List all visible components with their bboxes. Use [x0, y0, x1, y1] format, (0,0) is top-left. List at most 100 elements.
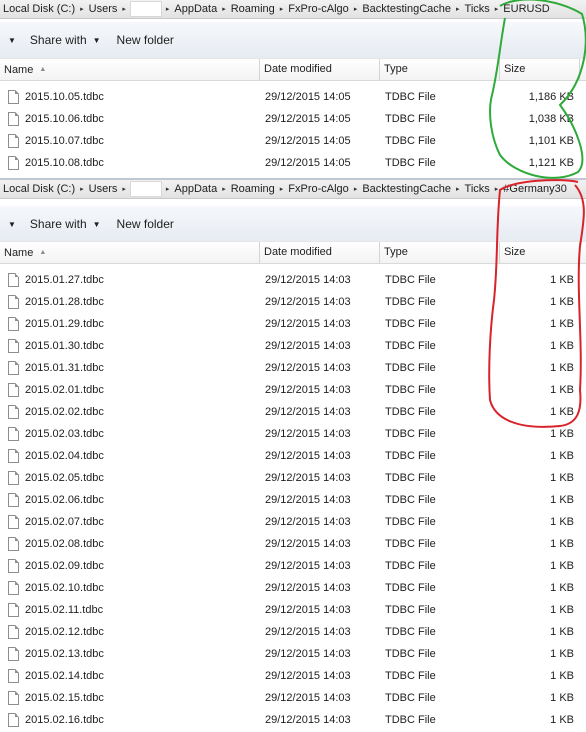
file-name-cell: 2015.02.07.tdbc: [8, 511, 104, 533]
breadcrumb-chevron-icon[interactable]: ▸: [220, 5, 228, 13]
file-row[interactable]: 2015.02.01.tdbc 29/12/2015 14:03 TDBC File…: [0, 379, 586, 401]
address-bar[interactable]: Local Disk (C:) ▸ Users ▸ ▸ AppData ▸ Roaming ▸ F…: [0, 180, 586, 199]
file-name-cell: 2015.02.12.tdbc: [8, 621, 104, 643]
file-row[interactable]: 2015.02.08.tdbc 29/12/2015 14:03 TDBC File…: [0, 533, 586, 555]
breadcrumb-item[interactable]: Roaming: [228, 0, 278, 18]
breadcrumb-item[interactable]: AppData: [171, 0, 220, 18]
share-with-button[interactable]: Share with ▼: [22, 28, 109, 52]
breadcrumb-chevron-icon[interactable]: ▸: [164, 185, 172, 193]
file-size: 1 KB: [550, 384, 574, 396]
file-name-cell: 2015.02.11.tdbc: [8, 599, 103, 621]
share-with-label: Share with: [29, 217, 87, 231]
column-type[interactable]: Type: [380, 242, 500, 263]
file-name-cell: 2015.01.28.tdbc: [8, 291, 104, 313]
breadcrumb-item[interactable]: Users: [86, 0, 121, 18]
file-row[interactable]: 2015.02.04.tdbc 29/12/2015 14:03 TDBC File…: [0, 445, 586, 467]
breadcrumb-redacted-username[interactable]: [129, 1, 162, 17]
breadcrumb-item[interactable]: Ticks: [462, 180, 493, 198]
file-name-cell: 2015.02.09.tdbc: [8, 555, 104, 577]
file-row[interactable]: 2015.02.11.tdbc 29/12/2015 14:03 TDBC File…: [0, 599, 586, 621]
breadcrumb-chevron-icon[interactable]: ▸: [164, 5, 172, 13]
file-row[interactable]: 2015.02.15.tdbc 29/12/2015 14:03 TDBC File…: [0, 687, 586, 709]
breadcrumb-chevron-icon[interactable]: ▸: [120, 5, 128, 13]
address-bar[interactable]: Local Disk (C:) ▸ Users ▸ ▸ AppData ▸ Roaming ▸ F…: [0, 0, 586, 19]
file-row[interactable]: 2015.02.14.tdbc 29/12/2015 14:03 TDBC File…: [0, 665, 586, 687]
breadcrumb-chevron-icon[interactable]: ▸: [78, 5, 86, 13]
share-with-button[interactable]: Share with ▼: [22, 212, 109, 236]
file-name-cell: 2015.02.05.tdbc: [8, 467, 104, 489]
column-size[interactable]: Size: [500, 242, 580, 263]
breadcrumb-item[interactable]: Local Disk (C:): [0, 0, 78, 18]
breadcrumb-item[interactable]: #Germany30: [500, 180, 570, 198]
file-type: TDBC File: [385, 406, 436, 418]
file-size: 1 KB: [550, 582, 574, 594]
breadcrumb-chevron-icon[interactable]: ▸: [493, 5, 501, 13]
breadcrumb-chevron-icon[interactable]: ▸: [120, 185, 128, 193]
breadcrumb-item[interactable]: FxPro-cAlgo: [285, 180, 352, 198]
file-row[interactable]: 2015.02.03.tdbc 29/12/2015 14:03 TDBC File…: [0, 423, 586, 445]
organize-chevron-icon[interactable]: ▼: [0, 36, 22, 45]
breadcrumb-chevron-icon[interactable]: ▸: [278, 5, 286, 13]
column-size-label: Size: [504, 63, 526, 75]
file-date-modified: 29/12/2015 14:05: [265, 135, 351, 147]
file-row[interactable]: 2015.02.16.tdbc 29/12/2015 14:03 TDBC File…: [0, 709, 586, 731]
breadcrumb-chevron-icon[interactable]: ▸: [352, 5, 360, 13]
breadcrumb-chevron-icon[interactable]: ▸: [493, 185, 501, 193]
breadcrumb-chevron-icon[interactable]: ▸: [352, 185, 360, 193]
column-name[interactable]: Name ▲: [0, 242, 260, 263]
column-name-label: Name: [4, 247, 34, 259]
file-row[interactable]: 2015.10.07.tdbc 29/12/2015 14:05 TDBC File…: [0, 130, 586, 152]
column-type-label: Type: [384, 63, 408, 75]
file-row[interactable]: 2015.10.05.tdbc 29/12/2015 14:05 TDBC File…: [0, 86, 586, 108]
file-row[interactable]: 2015.02.07.tdbc 29/12/2015 14:03 TDBC File…: [0, 511, 586, 533]
breadcrumb-item[interactable]: Ticks: [462, 0, 493, 18]
breadcrumb-chevron-icon[interactable]: ▸: [220, 185, 228, 193]
column-date-modified[interactable]: Date modified: [260, 242, 380, 263]
breadcrumb-chevron-icon[interactable]: ▸: [454, 185, 462, 193]
breadcrumb-item[interactable]: BacktestingCache: [359, 180, 454, 198]
breadcrumb-redacted-username[interactable]: [129, 181, 162, 197]
file-icon: [8, 493, 19, 507]
file-row[interactable]: 2015.01.29.tdbc 29/12/2015 14:03 TDBC File…: [0, 313, 586, 335]
file-row[interactable]: 2015.01.31.tdbc 29/12/2015 14:03 TDBC File…: [0, 357, 586, 379]
breadcrumb-item[interactable]: BacktestingCache: [359, 0, 454, 18]
column-type[interactable]: Type: [380, 59, 500, 80]
file-row[interactable]: 2015.01.28.tdbc 29/12/2015 14:03 TDBC File…: [0, 291, 586, 313]
file-date-modified: 29/12/2015 14:03: [265, 274, 351, 286]
column-name[interactable]: Name ▲: [0, 59, 260, 80]
file-name-cell: 2015.10.07.tdbc: [8, 130, 104, 152]
file-type: TDBC File: [385, 626, 436, 638]
file-row[interactable]: 2015.01.27.tdbc 29/12/2015 14:03 TDBC File…: [0, 269, 586, 291]
breadcrumb-item[interactable]: Local Disk (C:): [0, 180, 78, 198]
file-row[interactable]: 2015.10.06.tdbc 29/12/2015 14:05 TDBC File…: [0, 108, 586, 130]
file-row[interactable]: 2015.01.30.tdbc 29/12/2015 14:03 TDBC File…: [0, 335, 586, 357]
file-size: 1 KB: [550, 670, 574, 682]
breadcrumb-item[interactable]: Roaming: [228, 180, 278, 198]
file-row[interactable]: 2015.02.09.tdbc 29/12/2015 14:03 TDBC File…: [0, 555, 586, 577]
file-row[interactable]: 2015.02.02.tdbc 29/12/2015 14:03 TDBC File…: [0, 401, 586, 423]
file-row[interactable]: 2015.02.06.tdbc 29/12/2015 14:03 TDBC File…: [0, 489, 586, 511]
file-date-modified: 29/12/2015 14:03: [265, 318, 351, 330]
breadcrumb-item[interactable]: FxPro-cAlgo: [285, 0, 352, 18]
file-row[interactable]: 2015.02.12.tdbc 29/12/2015 14:03 TDBC File…: [0, 621, 586, 643]
column-date-modified[interactable]: Date modified: [260, 59, 380, 80]
breadcrumb-item[interactable]: Users: [86, 180, 121, 198]
file-size: 1 KB: [550, 714, 574, 726]
file-row[interactable]: 2015.02.13.tdbc 29/12/2015 14:03 TDBC File…: [0, 643, 586, 665]
breadcrumb-chevron-icon[interactable]: ▸: [78, 185, 86, 193]
breadcrumb-chevron-icon[interactable]: ▸: [454, 5, 462, 13]
file-row[interactable]: 2015.02.05.tdbc 29/12/2015 14:03 TDBC File…: [0, 467, 586, 489]
file-name: 2015.02.08.tdbc: [25, 538, 104, 550]
file-size: 1 KB: [550, 472, 574, 484]
column-size[interactable]: Size: [500, 59, 580, 80]
new-folder-button[interactable]: New folder: [109, 212, 182, 236]
new-folder-label: New folder: [116, 33, 174, 47]
file-icon: [8, 134, 19, 148]
breadcrumb-chevron-icon[interactable]: ▸: [278, 185, 286, 193]
breadcrumb-item[interactable]: AppData: [171, 180, 220, 198]
breadcrumb-item[interactable]: EURUSD: [500, 0, 552, 18]
file-row[interactable]: 2015.10.08.tdbc 29/12/2015 14:05 TDBC File…: [0, 152, 586, 174]
file-row[interactable]: 2015.02.10.tdbc 29/12/2015 14:03 TDBC File…: [0, 577, 586, 599]
organize-chevron-icon[interactable]: ▼: [0, 220, 22, 229]
new-folder-button[interactable]: New folder: [109, 28, 182, 52]
